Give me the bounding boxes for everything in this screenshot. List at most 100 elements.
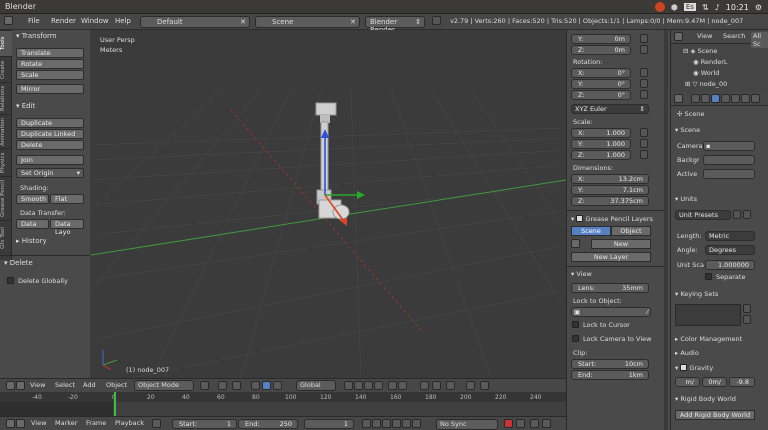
panel-transform-header[interactable]: ▾ Transform [16,32,57,40]
set-origin-menu[interactable]: Set Origin ▾ [16,168,84,178]
delete-globally-checkbox[interactable] [7,277,14,284]
lock-icon[interactable] [640,68,648,77]
panel-edit-header[interactable]: ▾ Edit [16,102,35,110]
layers-tab-icon[interactable] [701,94,710,103]
lock-icon[interactable] [640,90,648,99]
render-engine-selector[interactable]: Blender Render⇕ [365,16,425,34]
clip-end-field[interactable]: End: 1km [571,370,649,380]
scale-z-field[interactable]: Z: 1.000 [571,150,631,160]
insert-keyframe-icon[interactable] [530,419,539,428]
snap-icon[interactable] [446,381,455,390]
layer-button-icon[interactable] [398,381,407,390]
lens-field[interactable]: Lens: 35mm [571,283,649,293]
power-icon[interactable]: ⚙ [755,3,762,12]
gp-new-button[interactable]: New [591,239,651,249]
lock-icon[interactable] [640,34,648,43]
toggle-menus-icon[interactable] [16,419,25,428]
panel-gravity-header[interactable]: ▾ Gravity [675,363,713,372]
menu-add[interactable]: Add [83,381,96,389]
object-tab-icon[interactable] [731,94,740,103]
layer-button-icon[interactable] [344,381,353,390]
duplicate-button[interactable]: Duplicate [16,118,84,128]
orientation-selector[interactable]: Global [296,380,336,391]
lock-icon[interactable] [640,79,648,88]
network-icon[interactable]: ⇅ [702,3,709,12]
mode-selector[interactable]: Object Mode [134,380,194,391]
outliner-search-menu[interactable]: Search [723,32,745,40]
end-frame-field[interactable]: End: 250 [238,419,298,429]
menu-marker[interactable]: Marker [55,419,77,427]
volume-icon[interactable]: ♪ [715,3,720,12]
operator-panel-header[interactable]: ▾ Delete [4,259,33,267]
panel-history-header[interactable]: ▸ History [16,237,47,245]
layout-selector[interactable]: Default ✕ [140,16,250,28]
editor-type-icon[interactable] [674,94,683,103]
dimension-x-field[interactable]: X: 13.2cm [571,174,649,184]
panel-rigid-body-header[interactable]: ▾ Rigid Body World [675,395,736,403]
panel-audio-header[interactable]: ▸ Audio [675,349,699,357]
layer-button-icon[interactable] [388,381,397,390]
menu-window[interactable]: Window [81,17,109,25]
panel-keying-sets-header[interactable]: ▾ Keying Sets [675,290,718,298]
tab-gfx-tool[interactable]: Gfx Tool [0,220,12,256]
play-reverse-icon[interactable] [382,419,391,428]
lock-icon[interactable] [640,150,648,159]
viewport-shading-icon[interactable] [200,381,209,390]
constraints-tab-icon[interactable] [741,94,750,103]
lock-to-cursor-checkbox[interactable] [572,321,579,328]
remove-keying-set-icon[interactable] [743,315,751,324]
gravity-z-field[interactable]: -9.8 [729,377,755,387]
outliner-display-mode[interactable]: All Sc [751,32,768,48]
menu-object[interactable]: Object [106,381,127,389]
pencil-icon[interactable] [571,239,580,248]
scale-button[interactable]: Scale [16,70,84,80]
rotation-y-field[interactable]: Y: 0° [571,79,631,89]
outliner-world-row[interactable]: ◉ World [693,69,719,77]
outliner-node-row[interactable]: ⊞ ▽ node_00 [685,80,727,88]
scene-tab-icon[interactable] [711,94,720,103]
panel-scene-header[interactable]: ▾ Scene [675,126,700,134]
lock-layers-icon[interactable] [420,381,429,390]
scale-manipulator-icon[interactable] [273,381,282,390]
render-animation-icon[interactable] [480,381,489,390]
keying-sets-list[interactable] [675,304,741,326]
tab-tools[interactable]: Tools [0,30,12,56]
outliner-renderlayers-row[interactable]: ◉ RenderL [693,58,728,66]
panel-color-management-header[interactable]: ▸ Color Management [675,335,742,343]
scene-selector[interactable]: Scene ✕ [255,16,360,28]
preview-range-icon[interactable] [152,419,161,428]
lock-icon[interactable] [640,139,648,148]
scale-y-field[interactable]: Y: 1.000 [571,139,631,149]
current-frame-field[interactable]: 1 [304,419,354,429]
lock-object-field[interactable]: ▣ ⁄ [571,307,651,317]
record-icon[interactable] [654,2,665,12]
menu-select[interactable]: Select [55,381,75,389]
jump-start-icon[interactable] [362,419,371,428]
menu-playback[interactable]: Playback [115,419,144,427]
layer-button-icon[interactable] [364,381,373,390]
add-preset-icon[interactable] [733,210,741,219]
menu-view[interactable]: View [31,419,46,427]
lock-camera-checkbox[interactable] [572,335,579,342]
world-tab-icon[interactable] [721,94,730,103]
clip-start-field[interactable]: Start: 10cm [571,359,649,369]
translate-button[interactable]: Translate [16,48,84,58]
gp-object-toggle[interactable]: Object [611,226,651,236]
location-z-field[interactable]: Z: 0m [571,45,631,55]
menu-frame[interactable]: Frame [86,419,106,427]
sync-mode-selector[interactable]: No Sync [436,419,498,430]
angle-select[interactable]: Degrees [705,245,755,255]
menu-file[interactable]: File [28,17,40,25]
layer-button-icon[interactable] [354,381,363,390]
eyedropper-icon[interactable]: ⁄ [647,308,648,316]
editor-type-icon[interactable] [4,16,13,25]
auto-keying-icon[interactable] [504,419,513,428]
data-layout-button[interactable]: Data Layo [50,219,84,236]
tab-create[interactable]: Create [0,56,12,82]
modifiers-tab-icon[interactable] [751,94,760,103]
close-icon[interactable]: ✕ [240,18,246,26]
prev-keyframe-icon[interactable] [372,419,381,428]
tab-grease-pencil[interactable]: Grease Pencil [0,176,12,220]
gravity-x-field[interactable]: m/ [675,377,700,387]
keying-set-icon[interactable] [516,419,525,428]
